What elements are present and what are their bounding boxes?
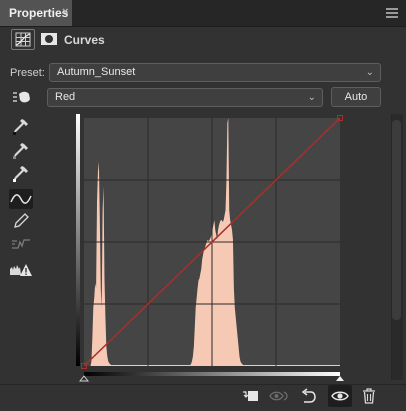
- preset-label: Preset:: [10, 67, 45, 79]
- delete-adjustment-button[interactable]: [358, 386, 380, 406]
- pencil-draw-icon: [14, 213, 29, 228]
- tab-properties-label: Properties: [9, 6, 69, 20]
- layer-mask-icon: [41, 33, 57, 45]
- panel-scrollbar-thumb[interactable]: [392, 120, 401, 320]
- black-point-eyedropper-tool[interactable]: [9, 117, 33, 137]
- adjustment-mode-button[interactable]: [11, 29, 35, 50]
- black-point-eyedropper-icon: [13, 119, 28, 135]
- output-gradient-bar: [76, 114, 80, 366]
- toggle-visibility-eye-icon: [331, 391, 349, 401]
- black-input-slider[interactable]: [78, 375, 90, 382]
- gray-point-eyedropper-icon: [13, 143, 28, 159]
- white-point-eyedropper-tool[interactable]: [9, 164, 33, 184]
- close-icon[interactable]: ×: [62, 0, 68, 24]
- input-gradient-bar: [84, 372, 340, 376]
- view-previous-state-button[interactable]: [268, 386, 290, 406]
- preset-value: Autumn_Sunset: [57, 66, 136, 78]
- reset-adjustments-button[interactable]: [298, 386, 320, 406]
- tab-properties[interactable]: Properties ×: [0, 0, 72, 26]
- view-previous-state-icon: [269, 391, 288, 401]
- clipping-warning-tool[interactable]: [9, 260, 33, 280]
- clip-to-layer-icon: [243, 391, 258, 401]
- smooth-curve-icon: [12, 239, 30, 249]
- reset-adjustments-icon: [301, 388, 316, 403]
- channel-value: Red: [55, 91, 76, 103]
- on-image-adjust-tool[interactable]: [10, 88, 34, 106]
- curve-points-icon: [10, 194, 32, 204]
- white-input-slider[interactable]: [336, 376, 344, 381]
- toggle-visibility-button[interactable]: [328, 385, 352, 407]
- clip-to-layer-button[interactable]: [240, 386, 262, 406]
- delete-adjustment-trash-icon: [363, 388, 375, 404]
- auto-button[interactable]: Auto: [331, 87, 381, 107]
- channel-dropdown[interactable]: Red ⌄: [47, 88, 323, 107]
- chevron-down-icon: ⌄: [365, 67, 374, 78]
- curves-graph-svg[interactable]: [76, 114, 348, 384]
- white-point-eyedropper-icon: [13, 166, 28, 182]
- smooth-curve-tool[interactable]: [9, 234, 33, 254]
- curves-adjustment-icon: [15, 32, 31, 47]
- layer-mask-button[interactable]: [39, 30, 59, 48]
- chevron-down-icon: ⌄: [307, 92, 316, 103]
- curve-points-tool[interactable]: [9, 189, 33, 209]
- panel-title: Curves: [64, 33, 105, 47]
- curves-graph[interactable]: [76, 114, 348, 384]
- pencil-draw-tool[interactable]: [9, 211, 33, 231]
- panel-menu-icon[interactable]: [386, 8, 398, 18]
- gray-point-eyedropper-tool[interactable]: [9, 141, 33, 161]
- on-image-adjust-icon: [13, 91, 30, 103]
- clipping-warning-icon: [10, 264, 32, 276]
- preset-dropdown[interactable]: Autumn_Sunset ⌄: [49, 63, 381, 82]
